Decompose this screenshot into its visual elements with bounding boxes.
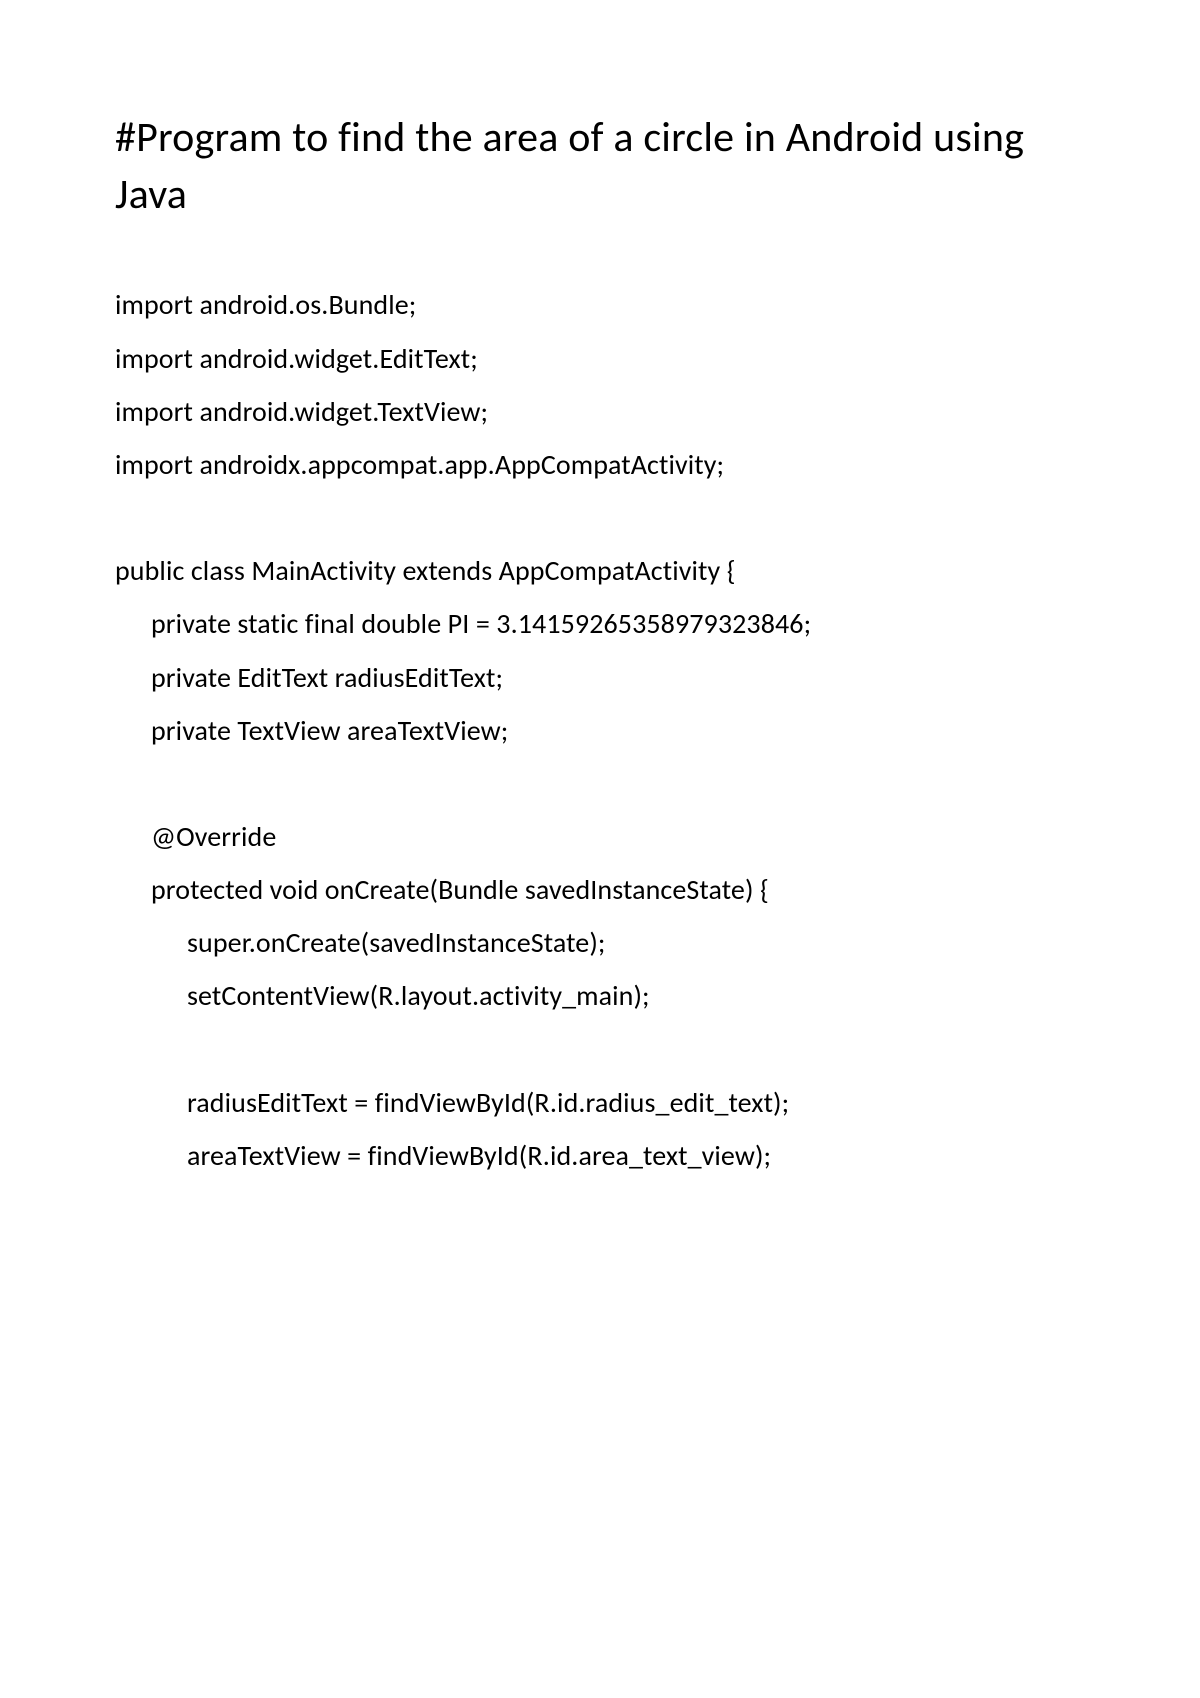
code-line: areaTextView = findViewById(R.id.area_te… (115, 1129, 1085, 1182)
code-line: import android.os.Bundle; (115, 278, 1085, 331)
code-line: public class MainActivity extends AppCom… (115, 544, 1085, 597)
code-line: private static final double PI = 3.14159… (115, 597, 1085, 650)
code-blank-line (115, 1023, 1085, 1076)
code-line: @Override (115, 810, 1085, 863)
code-line: import android.widget.TextView; (115, 385, 1085, 438)
code-line: import androidx.appcompat.app.AppCompatA… (115, 438, 1085, 491)
document-title: #Program to find the area of a circle in… (115, 110, 1085, 223)
code-line: private TextView areaTextView; (115, 704, 1085, 757)
code-block: import android.os.Bundle;import android.… (115, 278, 1085, 1182)
code-line: radiusEditText = findViewById(R.id.radiu… (115, 1076, 1085, 1129)
code-line: setContentView(R.layout.activity_main); (115, 969, 1085, 1022)
code-line: protected void onCreate(Bundle savedInst… (115, 863, 1085, 916)
code-line: private EditText radiusEditText; (115, 651, 1085, 704)
code-line: super.onCreate(savedInstanceState); (115, 916, 1085, 969)
code-line: import android.widget.EditText; (115, 332, 1085, 385)
code-blank-line (115, 757, 1085, 810)
code-blank-line (115, 491, 1085, 544)
